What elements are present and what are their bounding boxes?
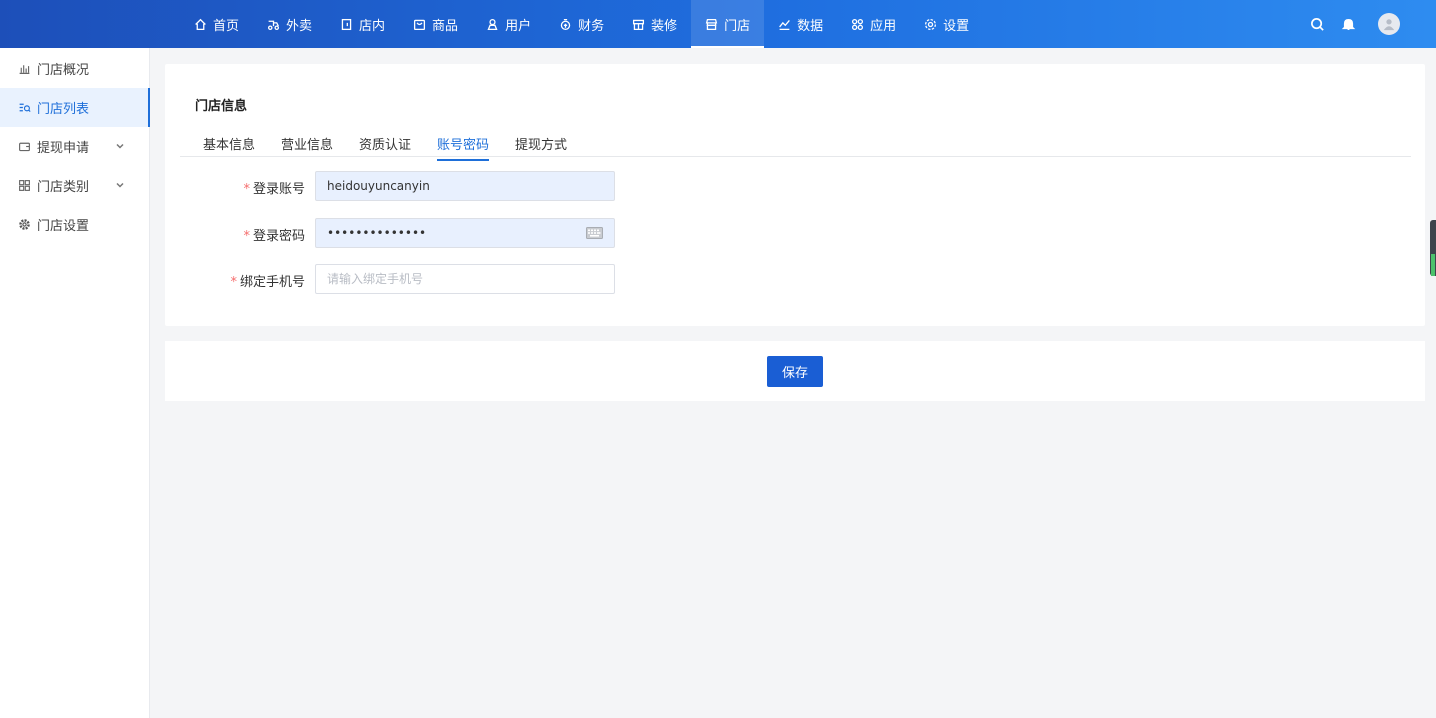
tab-basic-info[interactable]: 基本信息 xyxy=(203,134,255,159)
phone-label-text: 绑定手机号 xyxy=(239,275,305,290)
sidebar-item-store-list[interactable]: 门店列表 xyxy=(0,88,150,127)
sidebar-item-label: 门店类别 xyxy=(37,180,90,195)
nav-label: 外卖 xyxy=(286,18,313,34)
nav-delivery[interactable]: 外卖 xyxy=(253,0,326,48)
form-row-account: * 登录账号 xyxy=(165,171,865,201)
nav-label: 装修 xyxy=(651,18,678,34)
save-button[interactable]: 保存 xyxy=(767,356,823,387)
gear-icon xyxy=(19,219,30,230)
sidebar-item-label: 门店概况 xyxy=(37,63,90,78)
top-right-tools xyxy=(1310,0,1400,48)
store-info-card: 门店信息 基本信息 营业信息 资质认证 账号密码 提现方式 *登录账号 *登录密… xyxy=(165,64,1425,326)
required-mark: * xyxy=(243,182,250,197)
required-mark: * xyxy=(230,275,237,290)
bind-phone-input[interactable] xyxy=(315,264,615,294)
phone-label: * 绑定手机号 xyxy=(230,271,305,290)
form-row-phone: * 绑定手机号 xyxy=(165,264,865,294)
nav-user[interactable]: 用户 xyxy=(472,0,545,48)
bell-icon[interactable] xyxy=(1341,17,1356,32)
nav-label: 商品 xyxy=(432,18,459,34)
nav-label: 首页 xyxy=(213,18,240,34)
sidebar-item-label: 提现申请 xyxy=(37,141,90,156)
nav-decoration[interactable]: 装修 xyxy=(618,0,691,48)
search-icon[interactable] xyxy=(1310,17,1325,32)
data-icon xyxy=(779,19,790,30)
top-navigation-bar: 首页 外卖 店内 商品 用户 财务 装修 门店 数据 应用 设置 xyxy=(0,0,1436,48)
nav-settings[interactable]: 设置 xyxy=(910,0,983,48)
login-account-input[interactable] xyxy=(315,171,615,201)
nav-label: 用户 xyxy=(505,18,532,34)
main-nav: 首页 外卖 店内 商品 用户 财务 装修 门店 数据 应用 设置 xyxy=(180,0,983,48)
side-edge-handle[interactable] xyxy=(1430,220,1436,276)
sidebar: 门店概况 门店列表 提现申请 门店类别 门店设置 xyxy=(0,48,150,718)
nav-dine-in[interactable]: 店内 xyxy=(326,0,399,48)
nav-apps[interactable]: 应用 xyxy=(837,0,910,48)
goods-icon xyxy=(414,19,426,30)
apps-icon xyxy=(852,18,864,30)
sidebar-item-withdraw-request[interactable]: 提现申请 xyxy=(0,127,149,166)
user-icon xyxy=(487,18,498,30)
form-row-password: * 登录密码 xyxy=(165,218,865,248)
action-bar: 保存 xyxy=(165,341,1425,401)
tab-bar: 基本信息 营业信息 资质认证 账号密码 提现方式 xyxy=(180,128,1411,161)
chevron-down-icon xyxy=(116,143,124,149)
login-password-input[interactable] xyxy=(315,218,615,248)
nav-goods[interactable]: 商品 xyxy=(399,0,472,48)
nav-data[interactable]: 数据 xyxy=(764,0,837,48)
password-label: * 登录密码 xyxy=(243,225,305,244)
nav-label: 应用 xyxy=(870,18,897,34)
sidebar-item-store-settings[interactable]: 门店设置 xyxy=(0,205,149,244)
nav-label: 财务 xyxy=(578,18,605,34)
finance-icon xyxy=(560,18,571,30)
home-icon xyxy=(195,18,206,30)
sidebar-item-label: 门店列表 xyxy=(37,102,90,117)
chevron-down-icon xyxy=(116,182,124,188)
nav-store[interactable]: 门店 xyxy=(691,0,765,48)
nav-finance[interactable]: 财务 xyxy=(545,0,618,48)
settings-icon xyxy=(925,18,937,30)
dine-in-icon xyxy=(341,18,352,30)
tab-business-info[interactable]: 营业信息 xyxy=(281,134,333,159)
wallet-icon xyxy=(19,142,30,152)
account-label: * 登录账号 xyxy=(243,178,305,197)
decoration-icon xyxy=(633,19,645,30)
password-label-text: 登录密码 xyxy=(252,229,305,244)
sidebar-item-label: 门店设置 xyxy=(37,219,90,234)
keyboard-icon[interactable] xyxy=(586,227,603,239)
tab-account-password[interactable]: 账号密码 xyxy=(437,134,490,161)
user-avatar-icon xyxy=(1383,19,1395,31)
grid-icon xyxy=(19,180,30,191)
account-label-text: 登录账号 xyxy=(252,182,305,197)
nav-label: 设置 xyxy=(943,18,970,34)
required-mark: * xyxy=(243,229,250,244)
delivery-icon xyxy=(267,20,280,30)
tab-qualification[interactable]: 资质认证 xyxy=(359,134,411,159)
nav-label: 店内 xyxy=(359,18,386,34)
sidebar-item-store-category[interactable]: 门店类别 xyxy=(0,166,149,205)
avatar[interactable] xyxy=(1378,13,1400,35)
list-search-icon xyxy=(19,103,31,112)
nav-home[interactable]: 首页 xyxy=(180,0,253,48)
store-icon xyxy=(705,18,718,30)
nav-label: 数据 xyxy=(797,18,824,34)
page-title: 门店信息 xyxy=(195,99,248,114)
nav-label: 门店 xyxy=(724,18,751,34)
bar-chart-icon xyxy=(19,65,30,74)
sidebar-item-store-overview[interactable]: 门店概况 xyxy=(0,49,149,88)
tab-withdraw-method[interactable]: 提现方式 xyxy=(515,134,567,159)
